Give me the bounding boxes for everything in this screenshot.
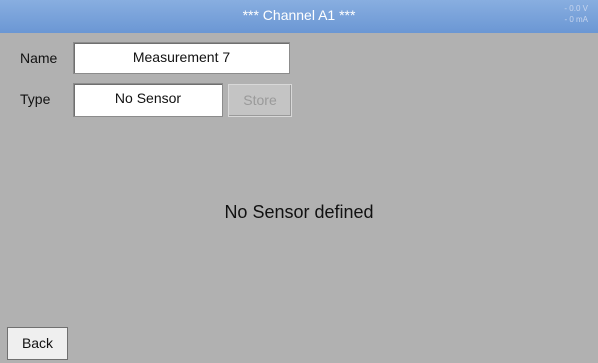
type-field[interactable]: No Sensor: [73, 83, 223, 117]
channel-screen: *** Channel A1 *** - 0.0 V - 0 mA Name M…: [0, 0, 598, 363]
type-label: Type: [20, 91, 51, 107]
name-label: Name: [20, 50, 58, 66]
name-field[interactable]: Measurement 7: [73, 42, 290, 74]
status-current: - 0 mA: [564, 15, 588, 24]
status-voltage: - 0.0 V: [564, 4, 588, 13]
page-title: *** Channel A1 ***: [242, 7, 356, 23]
store-button[interactable]: Store: [228, 84, 292, 117]
no-sensor-message: No Sensor defined: [224, 202, 374, 222]
back-button[interactable]: Back: [7, 327, 68, 360]
signal-status: - 0.0 V - 0 mA: [564, 3, 588, 25]
